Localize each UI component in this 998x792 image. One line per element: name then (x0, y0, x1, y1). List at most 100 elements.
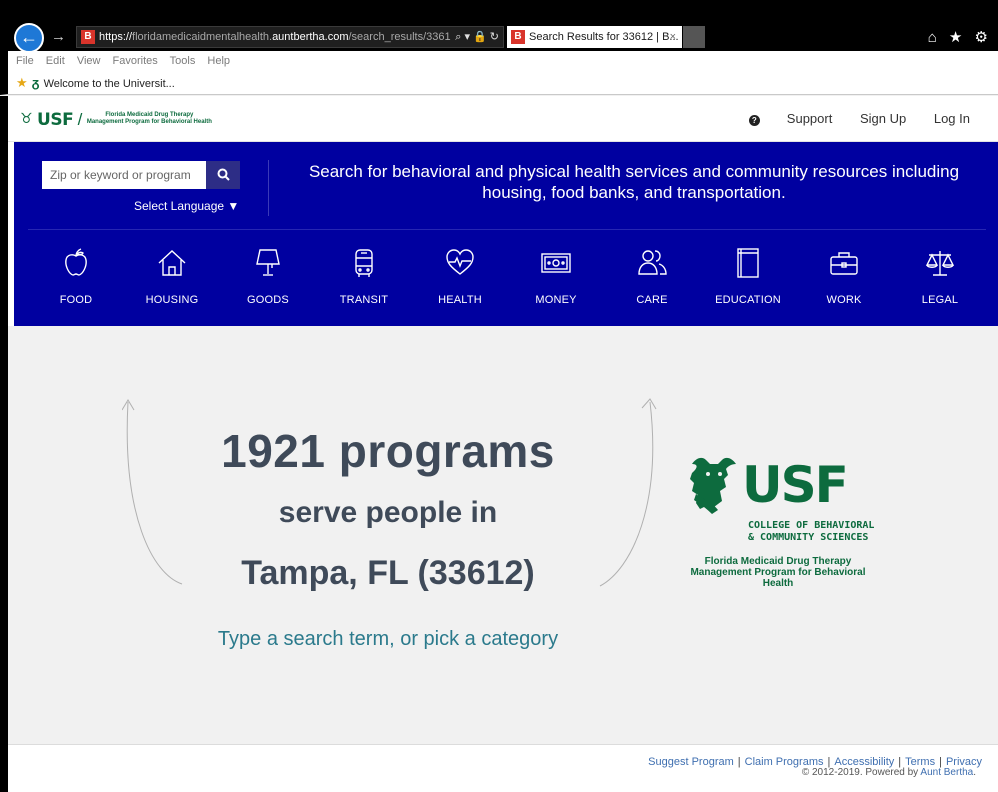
menu-bar: File Edit View Favorites Tools Help (0, 51, 998, 71)
scales-icon (925, 251, 955, 276)
partner-college: COLLEGE OF BEHAVIORAL & COMMUNITY SCIENC… (748, 520, 888, 544)
address-host: auntbertha.com (272, 31, 349, 43)
band-divider (268, 160, 269, 216)
tab-title: Search Results for 33612 | B... (529, 31, 679, 43)
partner-usf-text: USF (742, 456, 849, 514)
category-work[interactable]: WORK (796, 246, 892, 306)
header-nav: ? Support Sign Up Log In (701, 111, 970, 126)
bus-icon (355, 249, 373, 277)
category-goods[interactable]: GOODS (220, 246, 316, 306)
menu-favorites[interactable]: Favorites (113, 55, 158, 67)
site-footer: Suggest Program | Claim Programs | Accessibi… (8, 744, 998, 792)
category-transit[interactable]: TRANSIT (316, 246, 412, 306)
question-circle-icon: ? (748, 115, 760, 126)
house-icon (158, 250, 186, 276)
footer-suggest-program[interactable]: Suggest Program (648, 756, 734, 768)
category-work-label: WORK (826, 294, 862, 306)
back-button[interactable]: ← (14, 23, 44, 53)
category-health[interactable]: HEALTH (412, 246, 508, 306)
menu-tools[interactable]: Tools (170, 55, 196, 67)
site-logo[interactable]: ♉ USF / Florida Medicaid Drug Therapy Ma… (20, 110, 212, 132)
support-link[interactable]: ? Support (725, 111, 833, 126)
support-label: Support (786, 111, 833, 126)
logo-subtitle-line2: Management Program for Behavioral Health (86, 119, 212, 125)
partner-program-line1: Florida Medicaid Drug Therapy (704, 556, 852, 567)
book-icon (737, 248, 759, 278)
site-header: ♉ USF / Florida Medicaid Drug Therapy Ma… (8, 96, 998, 142)
search-button[interactable] (206, 161, 240, 189)
hero-section: 1921 programs serve people in Tampa, FL … (8, 326, 998, 744)
site-favicon: B (81, 30, 95, 44)
partner-logo-row: USF (678, 454, 888, 520)
search-tagline: Search for behavioral and physical healt… (308, 162, 960, 202)
hero-location: Tampa, FL (33612) (241, 554, 535, 592)
menu-edit[interactable]: Edit (46, 55, 65, 67)
search-input[interactable] (42, 161, 206, 189)
window-edge (0, 96, 8, 792)
tab-favicon: B (511, 30, 525, 44)
forward-button[interactable]: → (51, 28, 66, 45)
band-separator (28, 229, 986, 230)
lamp-icon (256, 249, 280, 276)
address-bar[interactable]: Bhttps://floridamedicaidmentalhealth.aun… (76, 26, 504, 48)
footer-sep: | (737, 756, 741, 768)
search-band: Select Language ▼ Search for behavioral … (14, 142, 998, 326)
signup-link[interactable]: Sign Up (860, 111, 906, 126)
partner-college-line2: & COMMUNITY SCIENCES (748, 532, 869, 543)
category-bar: FOOD HOUSING GOODS TRANSIT HEALTH MONEY (14, 246, 998, 316)
hero-serve-text: serve people in (278, 496, 498, 529)
program-count: 1921 programs (221, 425, 555, 477)
category-money[interactable]: MONEY (508, 246, 604, 306)
search-icon (217, 168, 230, 181)
category-food-label: FOOD (59, 294, 93, 306)
new-tab-button[interactable] (683, 26, 705, 48)
favorite-link[interactable]: Welcome to the Universit... (44, 78, 175, 90)
category-transit-label: TRANSIT (339, 294, 389, 306)
browser-window: ← → Bhttps://floridamedicaidmentalhealth… (0, 0, 998, 792)
browser-toolbar-icons[interactable]: ⌂ ★ ⚙ (928, 28, 992, 46)
heartbeat-icon (446, 249, 474, 275)
arrow-right-icon: → (51, 28, 66, 45)
briefcase-icon (830, 252, 858, 275)
category-care[interactable]: CARE (604, 246, 700, 306)
menu-view[interactable]: View (77, 55, 101, 67)
copyright-text: © 2012-2019. Powered by (801, 767, 921, 778)
band-left-gap (8, 142, 14, 326)
address-prefix: https:// (99, 31, 133, 43)
menu-help[interactable]: Help (207, 55, 230, 67)
category-housing[interactable]: HOUSING (124, 246, 220, 306)
category-education[interactable]: EDUCATION (700, 246, 796, 306)
logo-subtitle-line1: Florida Medicaid Drug Therapy (105, 112, 194, 118)
partner-program: Florida Medicaid Drug Therapy Management… (678, 556, 878, 589)
tab-close-icon[interactable]: × (670, 26, 676, 48)
partner-logo: USF COLLEGE OF BEHAVIORAL & COMMUNITY SC… (678, 454, 888, 589)
address-actions-icon[interactable]: ⌕ ▾ 🔒 ↻ (451, 27, 499, 47)
language-select[interactable]: Select Language ▼ (134, 199, 239, 213)
category-education-label: EDUCATION (715, 294, 781, 306)
people-icon (638, 250, 667, 275)
partner-college-line1: COLLEGE OF BEHAVIORAL (748, 520, 875, 531)
search-form (42, 161, 252, 189)
powered-by-link[interactable]: Aunt Bertha (920, 767, 973, 778)
address-path: /search_results/33612 (348, 31, 457, 43)
category-legal[interactable]: LEGAL (892, 246, 988, 306)
category-health-label: HEALTH (438, 294, 482, 306)
category-money-label: MONEY (535, 294, 577, 306)
category-housing-label: HOUSING (145, 294, 199, 306)
browser-tab-active[interactable]: B Search Results for 33612 | B... × (507, 26, 682, 48)
category-care-label: CARE (636, 294, 668, 306)
favorites-star-icon[interactable]: ★ (16, 75, 28, 90)
copyright-end: . (973, 767, 976, 778)
menu-file[interactable]: File (16, 55, 34, 67)
category-goods-label: GOODS (247, 294, 289, 306)
apple-icon (65, 248, 87, 276)
logo-divider: / (77, 110, 83, 129)
hero-hint: Type a search term, or pick a category (217, 628, 559, 650)
category-food[interactable]: FOOD (28, 246, 124, 306)
footer-copyright: © 2012-2019. Powered by Aunt Bertha. (802, 767, 976, 778)
partner-program-line2: Management Program for Behavioral Health (690, 567, 866, 589)
address-host-pre: floridamedicaidmentalhealth. (132, 31, 273, 43)
login-link[interactable]: Log In (934, 111, 970, 126)
arrow-left-icon: ← (20, 27, 38, 47)
usf-bull-mini-icon: ᵹ (31, 75, 40, 90)
